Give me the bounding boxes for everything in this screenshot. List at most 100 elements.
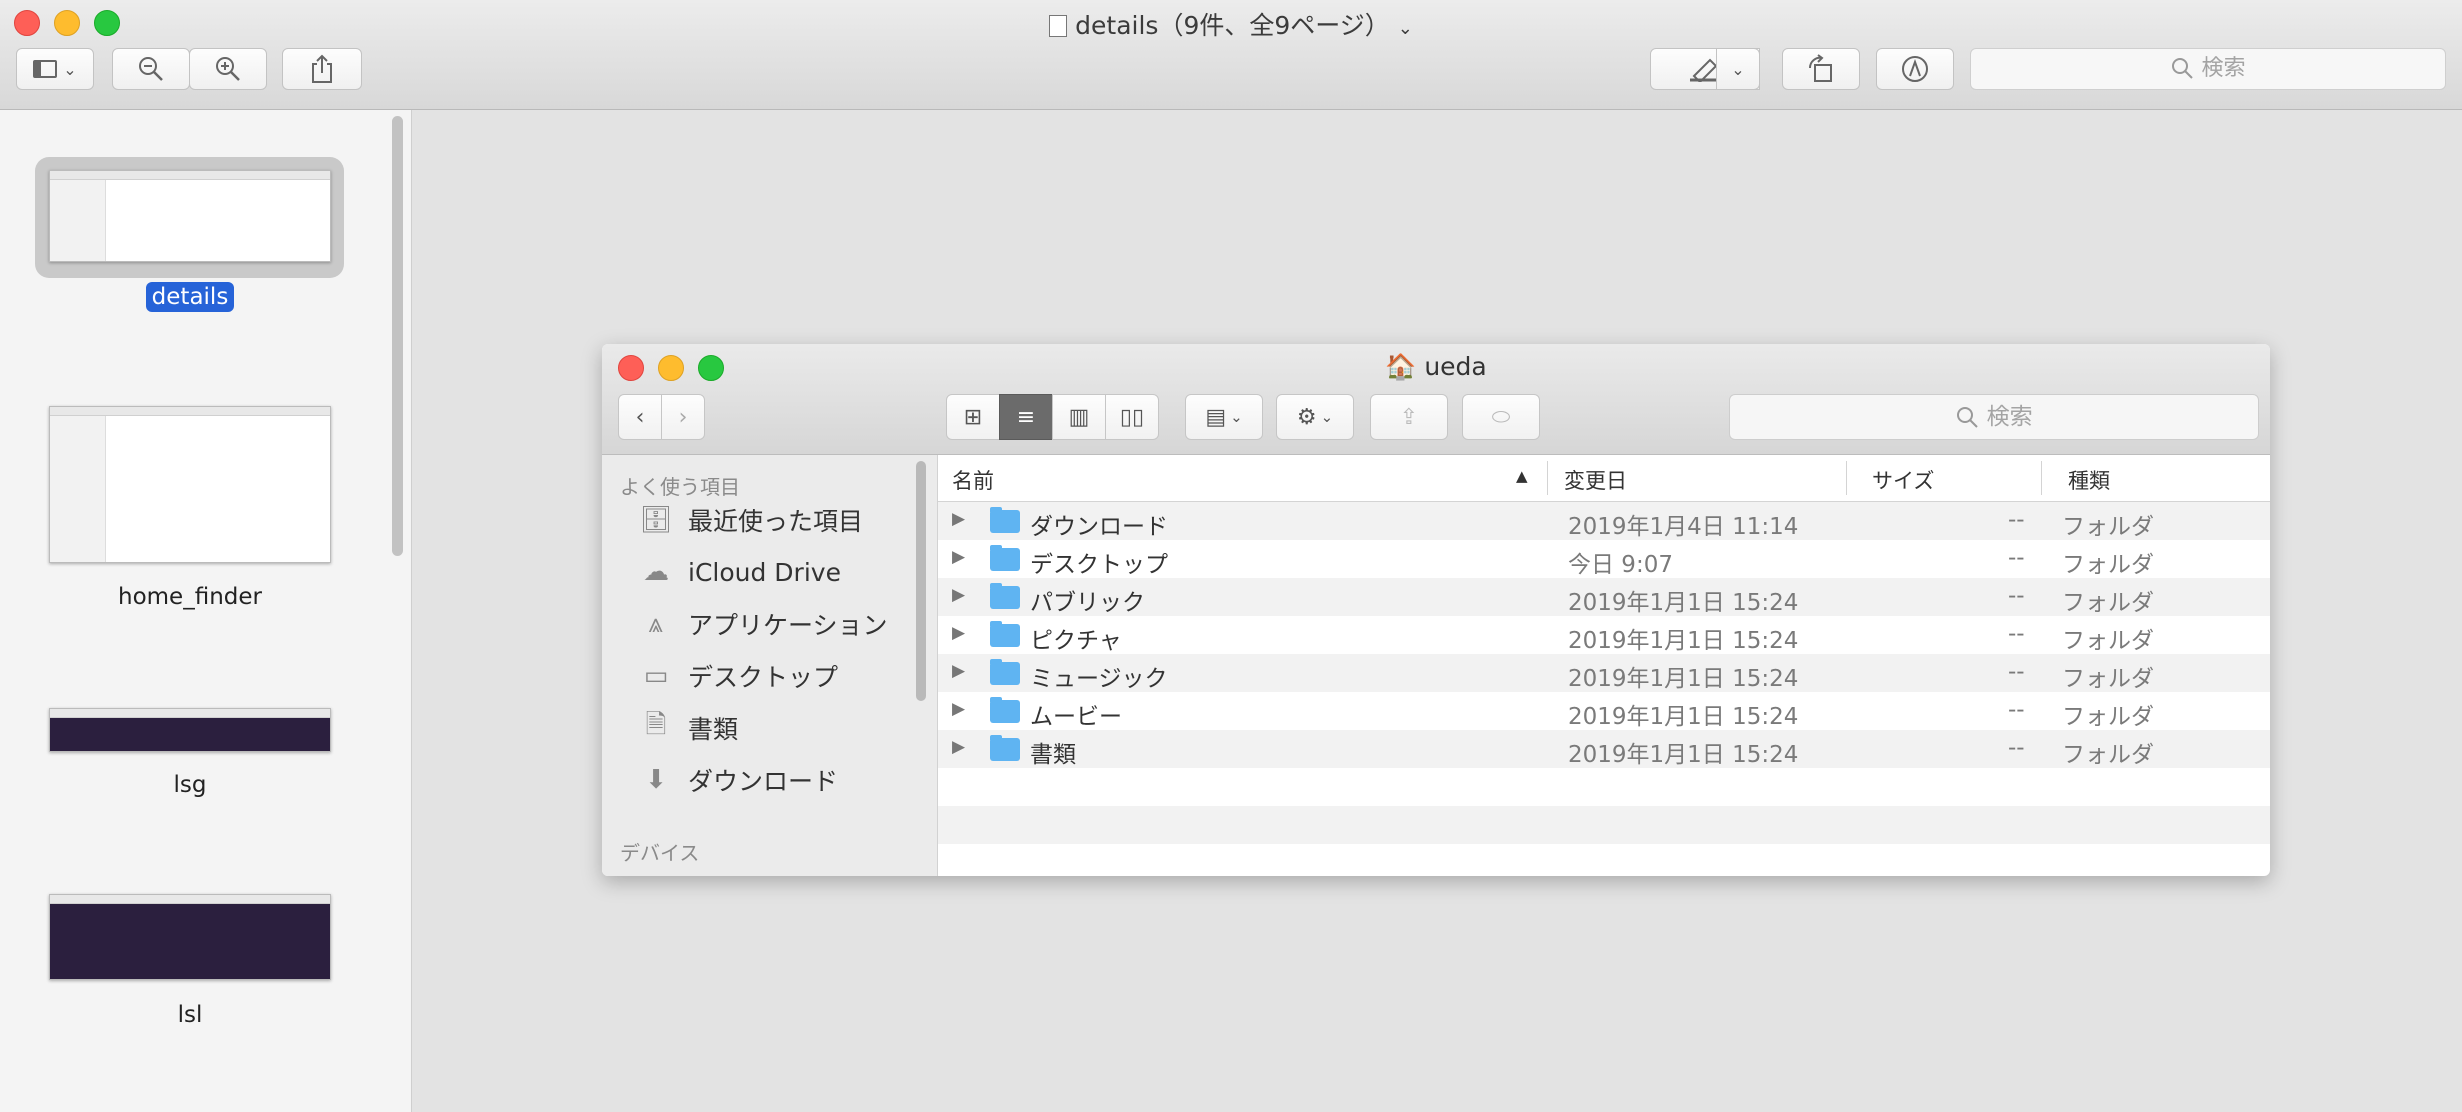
sidebar-icon	[33, 60, 58, 78]
chevron-down-icon: ⌄	[1320, 408, 1334, 426]
back-button: ‹	[618, 394, 662, 440]
icon-view-button: ⊞	[946, 394, 1000, 440]
table-row: ▶ 書類 2019年1月1日 15:24 -- フォルダ	[938, 730, 2270, 768]
folder-icon	[990, 545, 1020, 571]
zoom-out-button[interactable]	[112, 48, 190, 90]
gallery-icon: ▯▯	[1119, 404, 1145, 430]
markup-button[interactable]	[1876, 48, 1954, 90]
list-view-button: ≡	[999, 394, 1053, 440]
document-icon	[1049, 15, 1068, 37]
home-icon: 🏠	[1385, 352, 1417, 381]
sidebar-scrollbar[interactable]	[392, 116, 403, 556]
thumbnail-label-details: details	[40, 282, 340, 312]
applications-icon: ⩓	[648, 608, 664, 639]
column-kind: 種類	[2068, 469, 2110, 493]
column-view-button: ▥	[1052, 394, 1106, 440]
gear-icon: ⚙	[1296, 404, 1317, 430]
table-row: ▶ ダウンロード 2019年1月4日 11:14 -- フォルダ	[938, 502, 2270, 540]
sidebar-item-downloads: ⬇ ダウンロード	[638, 760, 838, 800]
zoom-in-button[interactable]	[189, 48, 267, 90]
desktop-icon: ▭	[643, 661, 669, 691]
folder-icon	[990, 697, 1020, 723]
table-row: ▶ パブリック 2019年1月1日 15:24 -- フォルダ	[938, 578, 2270, 616]
thumbnail-label-lsl: lsl	[177, 1002, 203, 1028]
folder-icon	[990, 735, 1020, 761]
thumbnail-label-home-finder: home_finder	[118, 584, 262, 610]
chevron-down-icon: ⌄	[1230, 408, 1243, 426]
rotate-button[interactable]	[1782, 48, 1860, 90]
documents-icon: 🗎	[645, 710, 667, 740]
empty-row	[938, 768, 2270, 806]
search-icon	[2172, 58, 2194, 79]
forward-button: ›	[661, 394, 705, 440]
group-icon: ▤	[1205, 404, 1227, 430]
column-modified: 変更日	[1564, 469, 1627, 493]
zoom-in-icon	[216, 57, 240, 81]
sidebar-item-recents: 🗄 最近使った項目	[639, 505, 864, 536]
finder-toolbar: 🏠 ueda ‹ › ⊞ ≡ ▥ ▯▯ ▤ ⌄ ⚙ ⌄ ⇪ ⬭ 検索	[602, 344, 2270, 455]
thumbnail-lsl[interactable]	[49, 894, 331, 980]
empty-row	[938, 844, 2270, 876]
finder-window-image: 🏠 ueda ‹ › ⊞ ≡ ▥ ▯▯ ▤ ⌄ ⚙ ⌄ ⇪ ⬭ 検索 よく使う項目 …	[602, 344, 2270, 876]
chevron-down-icon: ⌄	[63, 59, 77, 79]
folder-icon	[990, 583, 1020, 609]
disclosure-triangle-icon: ▶	[952, 623, 966, 643]
tag-icon: ⬭	[1491, 404, 1511, 430]
thumbnail-details[interactable]	[49, 170, 331, 262]
sidebar-item-applications: ⩓ アプリケーション	[638, 604, 888, 644]
zoom-out-icon	[139, 57, 163, 81]
column-header: 名前 ▲ 変更日 サイズ 種類	[938, 455, 2270, 502]
disclosure-triangle-icon: ▶	[952, 737, 966, 757]
tag-button: ⬭	[1462, 394, 1540, 440]
table-row: ▶ ピクチャ 2019年1月1日 15:24 -- フォルダ	[952, 621, 2154, 654]
columns-icon: ▥	[1068, 404, 1090, 430]
window-titlebar: details（9件、全9ページ） ⌄ ⌄ ⌄ 検索	[0, 0, 2462, 110]
folder-icon	[990, 621, 1020, 647]
table-row: ▶ ミュージック 2019年1月1日 15:24 -- フォルダ	[938, 654, 2270, 692]
thumbnail-label-lsg: lsg	[173, 772, 207, 798]
grid-icon: ⊞	[963, 404, 983, 430]
action-button: ⚙ ⌄	[1276, 394, 1354, 440]
disclosure-triangle-icon: ▶	[952, 509, 966, 529]
search-field[interactable]: 検索	[1970, 48, 2446, 90]
folder-icon	[990, 659, 1020, 685]
finder-title: 🏠 ueda	[1385, 352, 1487, 381]
share-button[interactable]	[282, 48, 362, 90]
chevron-down-icon: ⌄	[1397, 18, 1413, 39]
chevron-down-icon: ⌄	[1731, 59, 1745, 79]
search-placeholder: 検索	[2201, 56, 2246, 81]
sidebar-item-desktop: ▭ デスクトップ	[638, 656, 838, 696]
finder-sidebar: よく使う項目 🗄 最近使った項目 ☁ iCloud Drive ⩓ アプリケーション …	[602, 455, 938, 876]
disclosure-triangle-icon: ▶	[952, 661, 966, 681]
disclosure-triangle-icon: ▶	[952, 547, 966, 567]
finder-sidebar-scrollbar	[916, 461, 926, 701]
chevron-right-icon: ›	[678, 404, 688, 430]
sidebar-item-icloud-drive: ☁ iCloud Drive	[638, 552, 841, 592]
finder-search-placeholder: 検索	[1986, 404, 2033, 430]
column-name: 名前	[952, 469, 994, 493]
table-row: ▶ デスクトップ 今日 9:07 -- フォルダ	[952, 545, 2154, 578]
gallery-view-button: ▯▯	[1105, 394, 1159, 440]
finder-search-field: 検索	[1729, 394, 2259, 440]
thumbnail-home-finder[interactable]	[49, 406, 331, 563]
highlight-menu-button[interactable]: ⌄	[1716, 48, 1760, 90]
window-title[interactable]: details（9件、全9ページ） ⌄	[0, 6, 2462, 42]
disclosure-triangle-icon: ▶	[952, 699, 966, 719]
finder-share-button: ⇪	[1370, 394, 1448, 440]
thumbnail-lsg[interactable]	[49, 708, 331, 752]
markup-pen-icon	[1902, 56, 1928, 82]
sidebar-toggle-button[interactable]: ⌄	[16, 48, 94, 90]
sort-ascending-icon: ▲	[1516, 467, 1528, 485]
rotate-icon	[1808, 54, 1832, 82]
recents-icon: 🗄	[639, 505, 673, 535]
share-icon: ⇪	[1399, 404, 1419, 430]
chevron-left-icon: ‹	[635, 404, 645, 430]
column-size: サイズ	[1872, 469, 1935, 493]
favorites-header: よく使う項目	[620, 475, 740, 499]
sidebar-item-documents: 🗎 書類	[638, 708, 738, 748]
empty-row	[938, 806, 2270, 844]
cloud-icon: ☁	[643, 557, 669, 587]
downloads-icon: ⬇	[645, 765, 667, 795]
table-row: ▶ ムービー 2019年1月1日 15:24 -- フォルダ	[952, 697, 2154, 730]
devices-header: デバイス	[620, 841, 700, 865]
